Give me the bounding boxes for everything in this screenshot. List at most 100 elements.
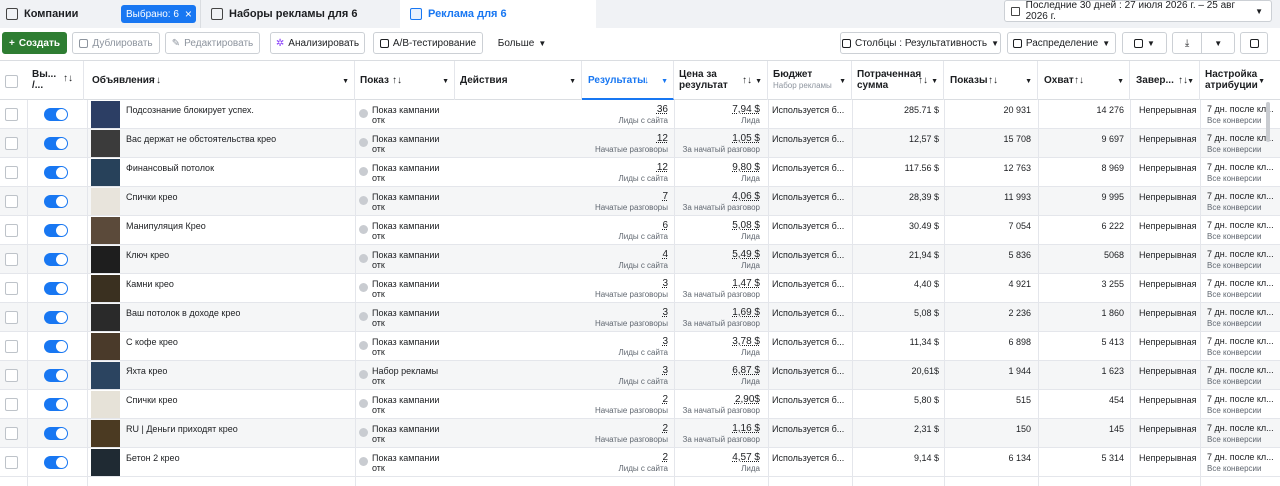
ad-toggle[interactable] [44, 108, 68, 121]
cost-value[interactable]: 4,06 $ [732, 191, 760, 202]
ad-name[interactable]: Ваш потолок в доходе крео [126, 308, 240, 318]
table-row[interactable]: Подсознание блокирует успех. Показ кампан… [0, 100, 1280, 129]
table-row[interactable]: Бетон 2 крео Показ кампании отк 2 Лиды с са… [0, 448, 1280, 477]
ad-name[interactable]: Спички крео [126, 192, 178, 202]
row-checkbox[interactable] [5, 456, 18, 469]
cost-value[interactable]: 3,78 $ [732, 336, 760, 347]
cost-value[interactable]: 1,69 $ [732, 307, 760, 318]
selected-chip[interactable]: Выбрано: 6 × [121, 5, 196, 23]
row-checkbox[interactable] [5, 166, 18, 179]
ad-name[interactable]: Подсознание блокирует успех. [126, 105, 254, 115]
ad-toggle[interactable] [44, 195, 68, 208]
cost-value[interactable]: 5,49 $ [732, 249, 760, 260]
ad-toggle[interactable] [44, 282, 68, 295]
row-checkbox[interactable] [5, 137, 18, 150]
more-button[interactable]: Больше ▼ [492, 32, 552, 54]
ad-toggle[interactable] [44, 456, 68, 469]
select-all-checkbox[interactable] [5, 75, 18, 88]
col-reach[interactable]: Охват ↑↓ ▼ [1038, 61, 1130, 100]
scrollbar[interactable] [1266, 102, 1270, 142]
date-range-picker[interactable]: Последние 30 дней : 27 июля 2026 г. – 25… [1004, 0, 1272, 22]
columns-button[interactable]: Столбцы : Результативность ▼ [840, 32, 1001, 54]
export-button[interactable]: ⤓ ▼ [1172, 32, 1235, 54]
ad-name[interactable]: Финансовый потолок [126, 163, 214, 173]
cost-value[interactable]: 9,80 $ [732, 162, 760, 173]
tab-adsets[interactable]: Наборы рекламы для 6 [200, 0, 396, 28]
table-row[interactable]: Спички крео Показ кампании отк 7 Начатые ра… [0, 187, 1280, 216]
ad-name[interactable]: Вас держат не обстоятельства крео [126, 134, 276, 144]
results-value[interactable]: 3 [662, 307, 668, 318]
row-checkbox[interactable] [5, 427, 18, 440]
results-value[interactable]: 2 [662, 423, 668, 434]
col-cost[interactable]: Цена за результат ↑↓ ▼ [674, 61, 768, 100]
col-ends[interactable]: Завер... ↑↓ ▼ [1130, 61, 1200, 100]
ad-toggle[interactable] [44, 340, 68, 353]
cost-value[interactable]: 1,05 $ [732, 133, 760, 144]
results-value[interactable]: 12 [657, 162, 668, 173]
table-row[interactable]: Спички крео Показ кампании отк 2 Начатые ра… [0, 390, 1280, 419]
col-actions[interactable]: Действия ▼ [455, 61, 582, 100]
ab-test-button[interactable]: A/B-тестирование [373, 32, 483, 54]
col-ads[interactable]: Объявления ↑↓ ▼ [87, 61, 355, 100]
table-row[interactable]: RU | Деньги приходят крео Показ кампании … [0, 419, 1280, 448]
row-checkbox[interactable] [5, 282, 18, 295]
ad-toggle[interactable] [44, 166, 68, 179]
cost-value[interactable]: 1,47 $ [732, 278, 760, 289]
table-row[interactable]: Ключ крео Показ кампании отк 4 Лиды с сайта… [0, 245, 1280, 274]
duplicate-button[interactable]: Дублировать [72, 32, 160, 54]
reports-button[interactable]: ▼ [1122, 32, 1167, 54]
col-results[interactable]: Результаты ↓ ▼ [582, 61, 674, 100]
results-value[interactable]: 7 [662, 191, 668, 202]
ad-toggle[interactable] [44, 137, 68, 150]
row-checkbox[interactable] [5, 253, 18, 266]
col-delivery[interactable]: Показ ↑↓ ▼ [355, 61, 455, 100]
cost-value[interactable]: 5,08 $ [732, 220, 760, 231]
col-attribution[interactable]: Настройка атрибуции ▼ [1200, 61, 1270, 100]
table-row[interactable]: Вас держат не обстоятельства крео Показ к… [0, 129, 1280, 158]
ad-name[interactable]: Камни крео [126, 279, 174, 289]
table-row[interactable]: Ваш потолок в доходе крео Показ кампании … [0, 303, 1280, 332]
row-checkbox[interactable] [5, 398, 18, 411]
table-row[interactable]: Финансовый потолок Показ кампании отк 12 Ли… [0, 158, 1280, 187]
ad-toggle[interactable] [44, 427, 68, 440]
table-row[interactable]: Камни крео Показ кампании отк 3 Начатые раз… [0, 274, 1280, 303]
results-value[interactable]: 3 [662, 365, 668, 376]
ad-toggle[interactable] [44, 311, 68, 324]
analyze-button[interactable]: ✲ Анализировать [270, 32, 365, 54]
results-value[interactable]: 12 [657, 133, 668, 144]
breakdown-button[interactable]: Распределение ▼ [1007, 32, 1116, 54]
row-checkbox[interactable] [5, 224, 18, 237]
ad-name[interactable]: С кофе крео [126, 337, 178, 347]
edit-button[interactable]: ✎ Редактировать [165, 32, 260, 54]
col-onoff[interactable]: Вы... /... ↑↓ [27, 61, 84, 100]
cost-value[interactable]: 2,90$ [735, 394, 760, 405]
cost-value[interactable]: 6,87 $ [732, 365, 760, 376]
col-budget[interactable]: Бюджет Набор рекламы ▼ [768, 61, 852, 100]
results-value[interactable]: 4 [662, 249, 668, 260]
cost-value[interactable]: 4,57 $ [732, 452, 760, 463]
results-value[interactable]: 2 [662, 452, 668, 463]
ad-toggle[interactable] [44, 253, 68, 266]
table-row[interactable]: С кофе крео Показ кампании отк 3 Лиды с сай… [0, 332, 1280, 361]
cost-value[interactable]: 1,16 $ [732, 423, 760, 434]
col-impressions[interactable]: Показы ↑↓ ▼ [944, 61, 1038, 100]
row-checkbox[interactable] [5, 311, 18, 324]
results-value[interactable]: 36 [657, 104, 668, 115]
results-value[interactable]: 6 [662, 220, 668, 231]
table-row[interactable]: Яхта крео Набор рекламы отк 3 Лиды с сайта 6… [0, 361, 1280, 390]
results-value[interactable]: 3 [662, 336, 668, 347]
share-button[interactable] [1240, 32, 1268, 54]
tab-campaigns[interactable]: Компании Выбрано: 6 × [6, 0, 200, 28]
row-checkbox[interactable] [5, 340, 18, 353]
close-icon[interactable]: × [185, 7, 192, 21]
tab-ads[interactable]: Реклама для 6 [400, 0, 596, 28]
create-button[interactable]: + Создать [2, 32, 67, 54]
ad-toggle[interactable] [44, 369, 68, 382]
ad-name[interactable]: Яхта крео [126, 366, 167, 376]
col-spent[interactable]: Потраченная сумма ↑↓ ▼ [852, 61, 944, 100]
ad-toggle[interactable] [44, 224, 68, 237]
ad-name[interactable]: Спички крео [126, 395, 178, 405]
cost-value[interactable]: 7,94 $ [732, 104, 760, 115]
results-value[interactable]: 2 [662, 394, 668, 405]
table-row[interactable]: Манипуляция Крео Показ кампании отк 6 Лиды … [0, 216, 1280, 245]
